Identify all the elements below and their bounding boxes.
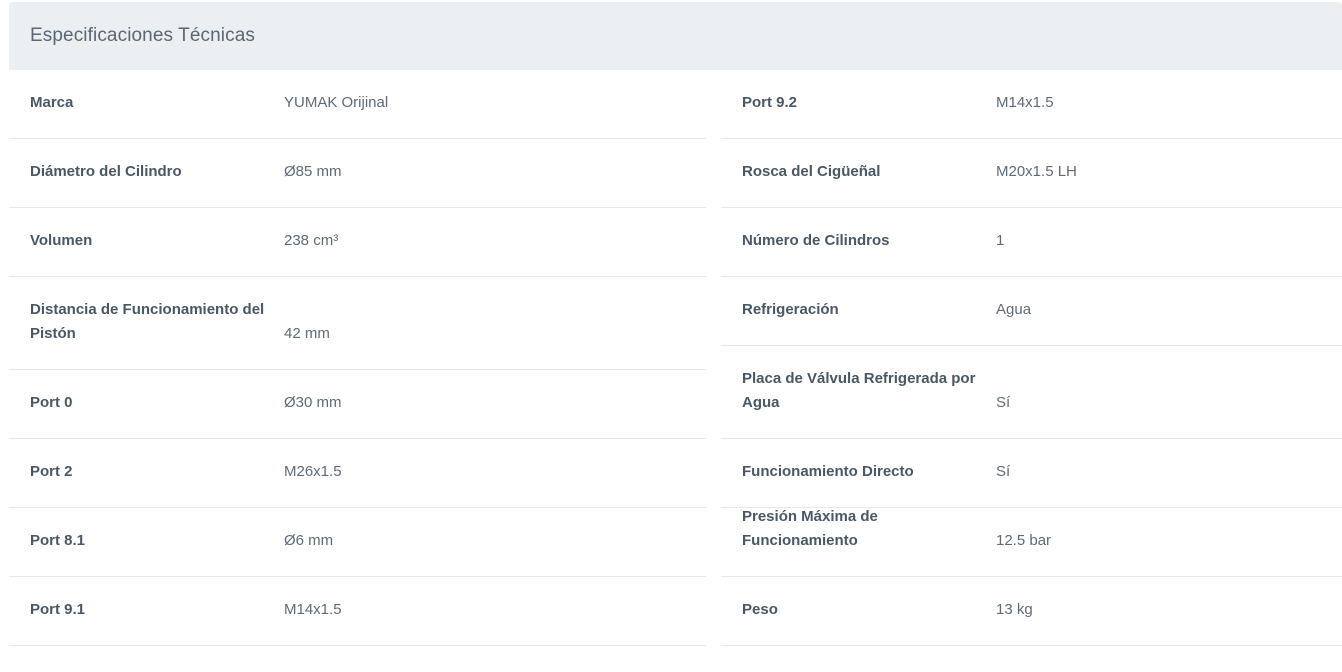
spec-row: Número de Cilindros 1 bbox=[721, 208, 1342, 277]
specifications-right-column: Port 9.2 M14x1.5 Rosca del Cigüeñal M20x… bbox=[721, 70, 1342, 646]
spec-row: Port 2 M26x1.5 bbox=[9, 439, 706, 508]
specifications-header[interactable]: Especificaciones Técnicas bbox=[9, 2, 1342, 70]
spec-label: Port 9.2 bbox=[742, 94, 798, 111]
spec-label: Peso bbox=[742, 601, 778, 618]
spec-label: Diámetro del Cilindro bbox=[30, 163, 182, 180]
spec-row: Port 9.2 M14x1.5 bbox=[721, 70, 1342, 139]
spec-value: Ø30 mm bbox=[284, 394, 342, 411]
spec-label: Marca bbox=[30, 94, 74, 111]
spec-value: M26x1.5 bbox=[284, 463, 342, 480]
spec-label: Refrigeración bbox=[742, 301, 839, 318]
spec-label: Port 0 bbox=[30, 394, 73, 411]
spec-label: Port 9.1 bbox=[30, 601, 86, 618]
spec-label: Volumen bbox=[30, 232, 93, 249]
spec-label: Rosca del Cigüeñal bbox=[742, 163, 881, 180]
spec-label: Placa de Válvula Refrigerada por Agua bbox=[742, 370, 976, 411]
spec-row: Funcionamiento Directo Sí bbox=[721, 439, 1342, 508]
spec-row: Refrigeración Agua bbox=[721, 277, 1342, 346]
spec-value: 1 bbox=[996, 232, 1005, 249]
spec-value: Ø6 mm bbox=[284, 532, 334, 549]
spec-row: Marca YUMAK Orijinal bbox=[9, 70, 706, 139]
spec-row: Rosca del Cigüeñal M20x1.5 LH bbox=[721, 139, 1342, 208]
spec-row: Port 0 Ø30 mm bbox=[9, 370, 706, 439]
specifications-left-column: Marca YUMAK Orijinal Diámetro del Cilind… bbox=[9, 70, 706, 646]
spec-value: 238 cm³ bbox=[284, 232, 339, 249]
spec-value: M20x1.5 LH bbox=[996, 163, 1077, 180]
spec-row: Diámetro del Cilindro Ø85 mm bbox=[9, 139, 706, 208]
specifications-columns: Marca YUMAK Orijinal Diámetro del Cilind… bbox=[9, 70, 1342, 646]
spec-value: M14x1.5 bbox=[284, 601, 342, 618]
spec-label: Port 2 bbox=[30, 463, 73, 480]
spec-label: Distancia de Funcionamiento del Pistón bbox=[30, 301, 265, 342]
spec-value: Sí bbox=[996, 394, 1011, 411]
spec-value: Ø85 mm bbox=[284, 163, 342, 180]
spec-row: Distancia de Funcionamiento del Pistón 4… bbox=[9, 277, 706, 370]
technical-specifications-panel: Especificaciones Técnicas Marca YUMAK Or… bbox=[9, 2, 1342, 646]
spec-value: 13 kg bbox=[996, 601, 1033, 618]
spec-row: Port 9.1 M14x1.5 bbox=[9, 577, 706, 646]
spec-row: Peso 13 kg bbox=[721, 577, 1342, 646]
spec-label: Presión Máxima de Funcionamiento bbox=[742, 508, 878, 549]
spec-value: YUMAK Orijinal bbox=[284, 94, 389, 111]
spec-label: Port 8.1 bbox=[30, 532, 86, 549]
spec-value: Sí bbox=[996, 463, 1011, 480]
spec-value: Agua bbox=[996, 301, 1032, 318]
spec-row: Port 8.1 Ø6 mm bbox=[9, 508, 706, 577]
spec-row: Presión Máxima de Funcionamiento 12.5 ba… bbox=[721, 508, 1342, 577]
spec-value: 42 mm bbox=[284, 325, 330, 342]
spec-value: M14x1.5 bbox=[996, 94, 1054, 111]
specifications-title: Especificaciones Técnicas bbox=[30, 25, 255, 46]
spec-value: 12.5 bar bbox=[996, 532, 1052, 549]
spec-row: Placa de Válvula Refrigerada por Agua Sí bbox=[721, 346, 1342, 439]
spec-label: Funcionamiento Directo bbox=[742, 463, 914, 480]
spec-label: Número de Cilindros bbox=[742, 232, 890, 249]
spec-row: Volumen 238 cm³ bbox=[9, 208, 706, 277]
